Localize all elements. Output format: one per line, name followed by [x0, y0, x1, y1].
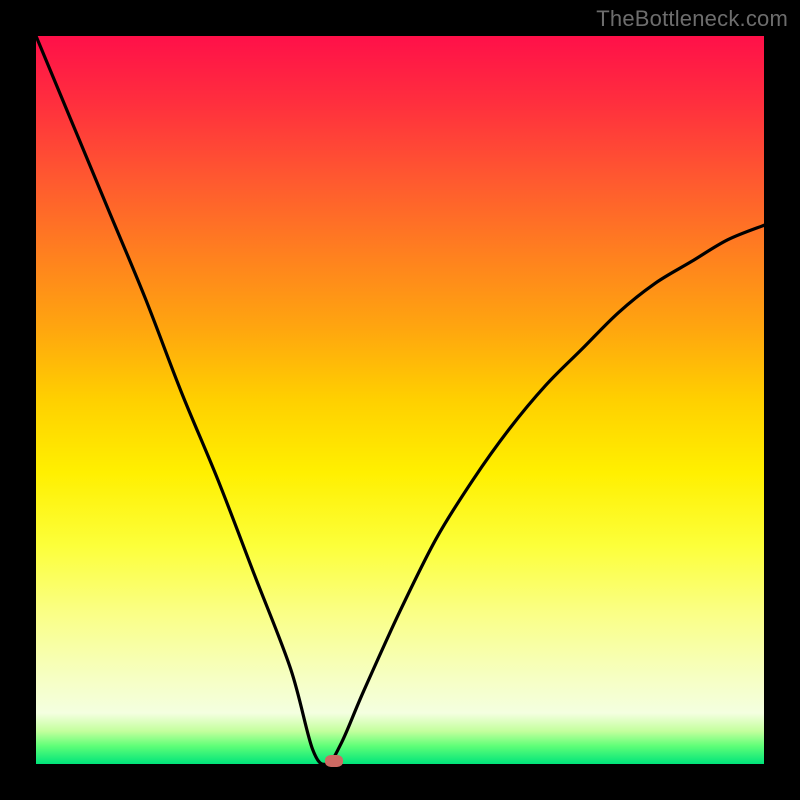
- watermark-text: TheBottleneck.com: [596, 6, 788, 32]
- plot-area: [36, 36, 764, 764]
- chart-frame: TheBottleneck.com: [0, 0, 800, 800]
- minimum-marker: [325, 755, 343, 767]
- bottleneck-curve: [36, 36, 764, 764]
